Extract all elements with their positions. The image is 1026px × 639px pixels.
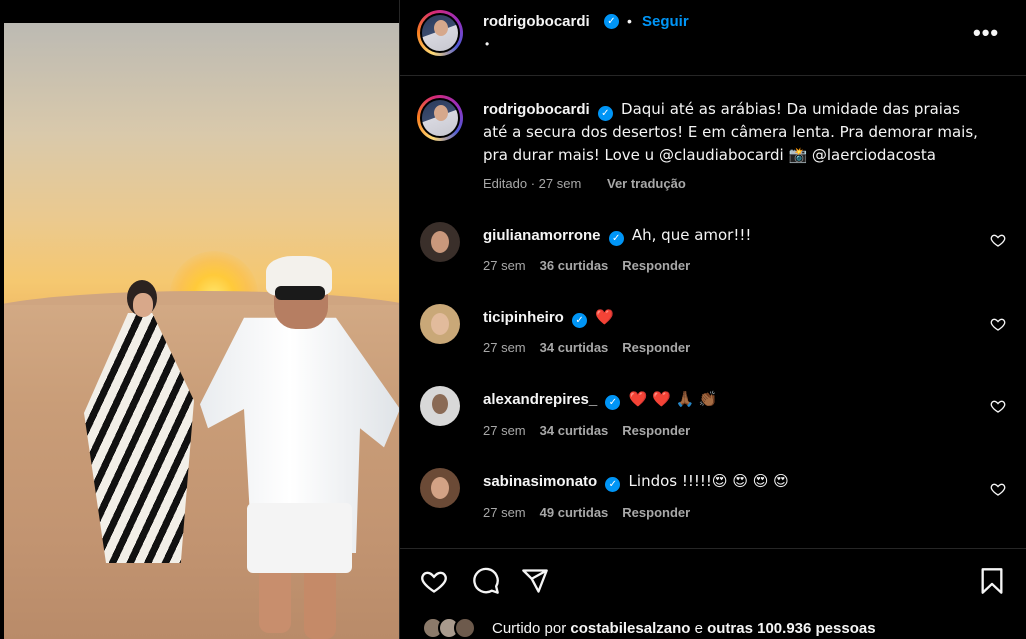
verified-badge-icon: ✓ <box>605 395 621 410</box>
comment-username[interactable]: sabinasimonato <box>483 473 597 490</box>
liked-by-middle: e <box>690 620 708 637</box>
comment-age: 27 sem <box>483 340 526 355</box>
verified-badge-icon: ✓ <box>608 231 624 246</box>
verified-badge-icon: ✓ <box>597 106 613 121</box>
comment-likes[interactable]: 49 curtidas <box>540 505 609 520</box>
separator-dot: • <box>627 13 632 29</box>
caption-avatar[interactable] <box>417 95 463 141</box>
more-options-icon[interactable]: ••• <box>973 20 999 46</box>
comment-text: ❤️ <box>595 308 614 326</box>
comment-age: 27 sem <box>483 258 526 273</box>
comment-avatar[interactable] <box>420 222 460 262</box>
man-shorts <box>247 503 352 573</box>
comment-body: ticipinheiro ✓ ❤️ <box>483 308 614 328</box>
comment-meta: 27 sem 34 curtidas Responder <box>483 423 704 438</box>
post-side-panel: rodrigobocardi ✓ • Seguir • ••• rodrigob… <box>399 0 1026 639</box>
comment-text: Lindos !!!!!😍 😍 😍 😍 <box>628 472 789 490</box>
comment-body: alexandrepires_ ✓ ❤️ ❤️ 🙏🏾 👏🏾 <box>483 390 718 410</box>
comment-meta: 27 sem 36 curtidas Responder <box>483 258 704 273</box>
comment-likes[interactable]: 34 curtidas <box>540 340 609 355</box>
comment-text: Ah, que amor!!! <box>631 226 752 244</box>
caption-edited-time: Editado · 27 sem <box>483 176 582 191</box>
caption-username[interactable]: rodrigobocardi <box>483 101 590 118</box>
liker-avatar <box>454 617 476 639</box>
comment-like-heart-icon[interactable] <box>990 232 1006 248</box>
verified-badge-icon: ✓ <box>604 14 619 29</box>
comment-avatar[interactable] <box>420 468 460 508</box>
share-icon[interactable] <box>521 567 549 595</box>
post-video[interactable] <box>4 23 399 639</box>
translate-link[interactable]: Ver tradução <box>607 176 686 191</box>
bookmark-icon[interactable] <box>978 567 1006 595</box>
man-leg-right <box>304 563 336 639</box>
audio-dot: • <box>485 37 490 51</box>
likes-count[interactable]: outras 100.936 pessoas <box>707 620 875 637</box>
reply-button[interactable]: Responder <box>622 423 690 438</box>
sunglasses <box>275 286 325 300</box>
comment-like-heart-icon[interactable] <box>990 316 1006 332</box>
reply-button[interactable]: Responder <box>622 505 690 520</box>
comment-icon[interactable] <box>472 567 500 595</box>
author-avatar[interactable] <box>417 10 463 56</box>
post-header: rodrigobocardi ✓ • Seguir • ••• <box>400 0 1026 76</box>
comment-body: sabinasimonato ✓ Lindos !!!!!😍 😍 😍 😍 <box>483 472 789 492</box>
heart-icon[interactable] <box>420 567 448 595</box>
liked-by-text[interactable]: Curtido por costabilesalzano e outras 10… <box>492 620 876 637</box>
follow-button[interactable]: Seguir <box>642 13 689 30</box>
reply-button[interactable]: Responder <box>622 340 690 355</box>
woman-face <box>133 293 153 317</box>
verified-badge-icon: ✓ <box>605 477 621 492</box>
man-leg-left <box>259 563 291 633</box>
comment-username[interactable]: alexandrepires_ <box>483 391 597 408</box>
liked-by-prefix: Curtido por <box>492 620 571 637</box>
comment-text: ❤️ ❤️ 🙏🏾 👏🏾 <box>628 390 718 408</box>
comment-age: 27 sem <box>483 505 526 520</box>
caption: rodrigobocardi ✓ Daqui até as arábias! D… <box>483 98 983 167</box>
comment-like-heart-icon[interactable] <box>990 398 1006 414</box>
verified-badge-icon: ✓ <box>572 313 588 328</box>
author-username[interactable]: rodrigobocardi <box>483 13 590 30</box>
post-media[interactable] <box>0 0 399 639</box>
comment-likes[interactable]: 36 curtidas <box>540 258 609 273</box>
liked-by-user[interactable]: costabilesalzano <box>570 620 690 637</box>
comment-username[interactable]: ticipinheiro <box>483 309 564 326</box>
reply-button[interactable]: Responder <box>622 258 690 273</box>
comment-username[interactable]: giulianamorrone <box>483 227 601 244</box>
comment-meta: 27 sem 49 curtidas Responder <box>483 505 704 520</box>
comment-likes[interactable]: 34 curtidas <box>540 423 609 438</box>
comment-body: giulianamorrone ✓ Ah, que amor!!! <box>483 226 752 246</box>
comment-like-heart-icon[interactable] <box>990 481 1006 497</box>
comment-avatar[interactable] <box>420 304 460 344</box>
comment-age: 27 sem <box>483 423 526 438</box>
comment-meta: 27 sem 34 curtidas Responder <box>483 340 704 355</box>
comment-avatar[interactable] <box>420 386 460 426</box>
post-actions-bar <box>400 548 1026 608</box>
